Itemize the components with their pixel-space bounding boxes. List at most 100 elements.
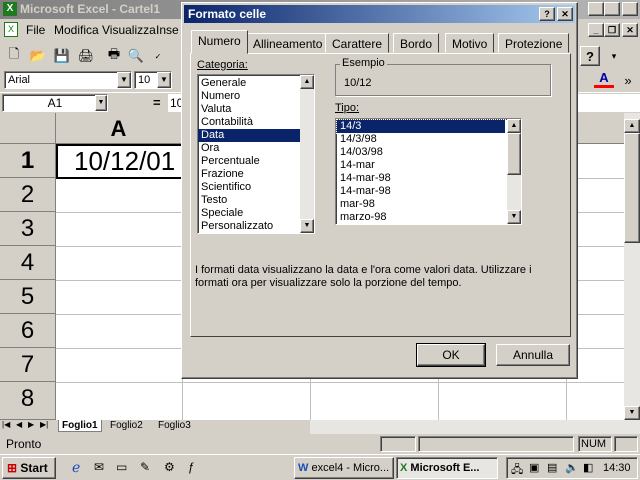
doc-minimize-button[interactable]: _: [588, 23, 604, 37]
chevron-down-icon[interactable]: ▼: [95, 95, 107, 111]
menu-inserisci[interactable]: Inse: [156, 23, 179, 37]
category-item[interactable]: Scientifico: [198, 181, 300, 194]
type-item[interactable]: 14/03/98: [337, 146, 505, 159]
new-icon[interactable]: 🗋: [4, 46, 24, 66]
task-button-excel[interactable]: X Microsoft E...: [396, 457, 498, 479]
name-box[interactable]: A1 ▼: [2, 94, 108, 112]
scroll-up-icon[interactable]: ▲: [507, 119, 521, 133]
help-button[interactable]: ?: [539, 7, 555, 21]
vertical-scrollbar[interactable]: ▲ ▼: [624, 113, 640, 420]
quicklaunch-icon[interactable]: ⚙: [164, 460, 175, 474]
toolbar-overflow-icon[interactable]: »: [618, 70, 638, 90]
quicklaunch-icon[interactable]: ƒ: [188, 460, 195, 474]
type-listbox[interactable]: 14/3 14/3/98 14/03/98 14-mar 14-mar-98 1…: [335, 118, 522, 225]
scroll-down-icon[interactable]: ▼: [624, 406, 640, 420]
category-scrollbar[interactable]: ▲ ▼: [300, 75, 314, 233]
chevron-down-icon[interactable]: ▼: [117, 72, 131, 88]
desktop-icon[interactable]: ▭: [116, 460, 127, 474]
doc-close-button[interactable]: ✕: [622, 23, 638, 37]
type-item[interactable]: 14/3/98: [337, 133, 505, 146]
category-item[interactable]: Valuta: [198, 103, 300, 116]
category-item[interactable]: Percentuale: [198, 155, 300, 168]
category-item[interactable]: Generale: [198, 77, 300, 90]
scroll-thumb[interactable]: [624, 133, 640, 243]
print-preview-icon[interactable]: 🖨: [76, 46, 96, 66]
category-item[interactable]: Numero: [198, 90, 300, 103]
row-header[interactable]: 4: [0, 246, 56, 280]
tab-protezione[interactable]: Protezione: [498, 33, 570, 53]
category-item[interactable]: Ora: [198, 142, 300, 155]
close-button[interactable]: ✕: [622, 2, 638, 16]
print-icon[interactable]: 🖶: [104, 46, 124, 66]
menu-visualizza[interactable]: Visualizza: [102, 23, 156, 37]
tab-numero[interactable]: Numero: [191, 30, 248, 54]
column-header-a[interactable]: A: [56, 113, 182, 144]
channels-icon[interactable]: ✎: [140, 460, 150, 474]
type-item[interactable]: marzo-98: [337, 211, 505, 224]
type-scrollbar[interactable]: ▲ ▼: [507, 119, 521, 224]
select-all-corner[interactable]: [0, 113, 56, 144]
scroll-up-icon[interactable]: ▲: [300, 75, 314, 89]
network-icon[interactable]: 🖧: [511, 461, 523, 480]
row-header[interactable]: 5: [0, 280, 56, 314]
tab-allineamento[interactable]: Allineamento: [246, 33, 330, 53]
row-header[interactable]: 2: [0, 178, 56, 212]
next-sheet-icon[interactable]: ▶: [28, 420, 34, 429]
category-item[interactable]: Frazione: [198, 168, 300, 181]
menu-file[interactable]: File: [26, 23, 45, 37]
row-header[interactable]: 8: [0, 382, 56, 420]
tray-icon[interactable]: ▣: [529, 461, 539, 474]
font-color-icon[interactable]: A: [594, 70, 614, 88]
minimize-button[interactable]: _: [588, 2, 604, 16]
cancel-button[interactable]: Annulla: [496, 344, 570, 366]
type-item-selected[interactable]: 14/3: [336, 119, 506, 134]
type-item[interactable]: 14-mar: [337, 159, 505, 172]
type-item[interactable]: 14-mar-98: [337, 172, 505, 185]
close-icon[interactable]: ✕: [557, 7, 573, 21]
tray-icon[interactable]: ◧: [583, 461, 593, 474]
tab-bordo[interactable]: Bordo: [393, 33, 440, 53]
more-tools-icon[interactable]: ▾: [604, 46, 624, 66]
font-name-combo[interactable]: Arial ▼: [4, 71, 132, 89]
row-header[interactable]: 6: [0, 314, 56, 348]
row-header[interactable]: 3: [0, 212, 56, 246]
category-item[interactable]: Contabilità: [198, 116, 300, 129]
restore-button[interactable]: ❐: [604, 2, 620, 16]
type-item[interactable]: mar-98: [337, 198, 505, 211]
open-icon[interactable]: 📂: [28, 46, 48, 66]
chevron-down-icon[interactable]: ▼: [157, 72, 171, 88]
task-button-excel4[interactable]: W excel4 - Micro...: [294, 457, 394, 479]
tray-icon[interactable]: ▤: [547, 461, 557, 474]
prev-sheet-icon[interactable]: ◀: [16, 420, 22, 429]
sheet-tab-foglio1[interactable]: Foglio1: [58, 420, 102, 432]
cell-a1[interactable]: 10/12/01: [56, 144, 183, 179]
category-item-selected[interactable]: Data: [198, 129, 300, 142]
start-button[interactable]: ⊞ Start: [2, 457, 56, 479]
volume-icon[interactable]: 🔈: [565, 461, 579, 474]
scroll-up-icon[interactable]: ▲: [624, 119, 640, 133]
category-item[interactable]: Speciale: [198, 207, 300, 220]
row-header[interactable]: 7: [0, 348, 56, 382]
type-item[interactable]: 14-mar-98: [337, 185, 505, 198]
category-item[interactable]: Testo: [198, 194, 300, 207]
outlook-icon[interactable]: ✉: [94, 460, 104, 474]
horizontal-scrollbar[interactable]: [310, 420, 640, 434]
save-icon[interactable]: 💾: [52, 46, 72, 66]
sheet-tab-foglio3[interactable]: Foglio3: [158, 420, 191, 431]
help-icon[interactable]: ?: [580, 46, 600, 66]
menu-modifica[interactable]: Modifica: [54, 23, 99, 37]
tab-motivo[interactable]: Motivo: [445, 33, 495, 53]
sheet-tab-foglio2[interactable]: Foglio2: [110, 420, 143, 431]
spellcheck-icon[interactable]: ✓: [148, 46, 168, 66]
last-sheet-icon[interactable]: ▶|: [40, 420, 48, 429]
font-size-combo[interactable]: 10 ▼: [134, 71, 172, 89]
category-item[interactable]: Personalizzato: [198, 220, 300, 233]
scroll-down-icon[interactable]: ▼: [507, 210, 521, 224]
zoom-icon[interactable]: 🔍: [126, 46, 146, 66]
ok-button[interactable]: OK: [416, 343, 486, 367]
tab-carattere[interactable]: Carattere: [325, 33, 390, 53]
row-header[interactable]: 1: [0, 144, 56, 178]
scroll-thumb[interactable]: [507, 133, 521, 175]
category-listbox[interactable]: Generale Numero Valuta Contabilità Data …: [197, 74, 315, 234]
scroll-down-icon[interactable]: ▼: [300, 219, 314, 233]
